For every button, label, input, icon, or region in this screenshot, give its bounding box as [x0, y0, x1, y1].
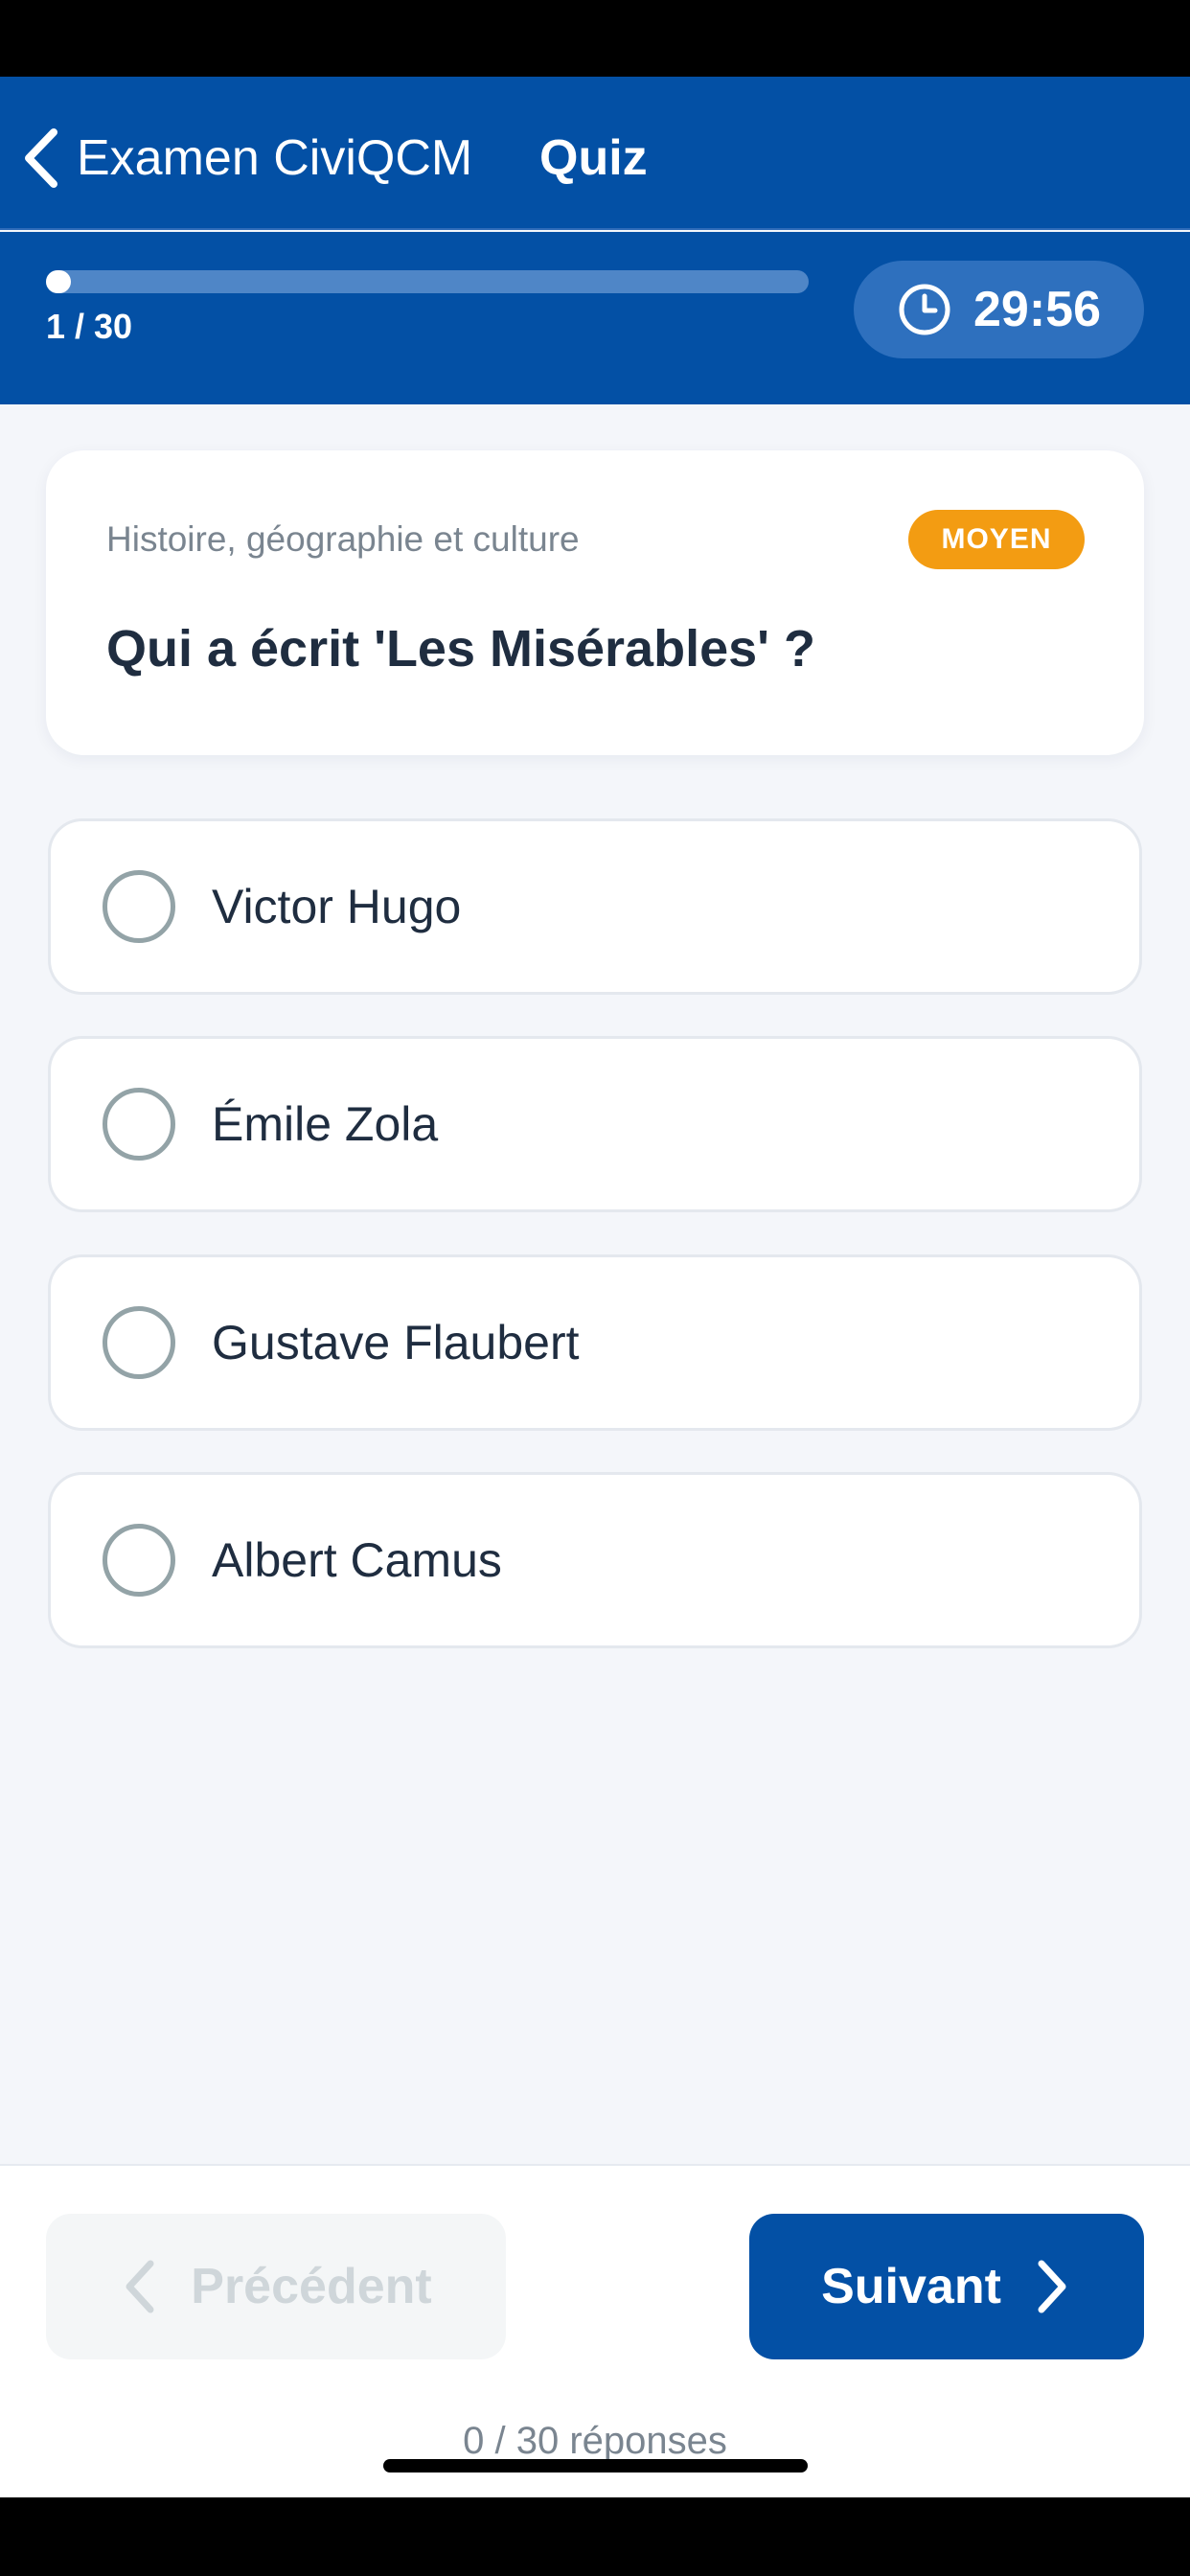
- question-category: Histoire, géographie et culture: [106, 519, 580, 559]
- quiz-app: Examen CiviQCM Quiz 1 / 30 29:56 Histoir…: [0, 77, 1190, 2497]
- answers-count: 0 / 30 réponses: [463, 2420, 727, 2462]
- answer-label: Gustave Flaubert: [212, 1316, 580, 1369]
- back-button[interactable]: Examen CiviQCM: [19, 125, 472, 192]
- bottom-navigation: Précédent Suivant 0 / 30 réponses: [0, 2164, 1190, 2497]
- radio-button[interactable]: [103, 1524, 175, 1597]
- clock-icon: [899, 284, 950, 335]
- bottom-safe-area: [0, 2497, 1190, 2576]
- progress-label: 1 / 30: [46, 307, 133, 346]
- answer-label: Victor Hugo: [212, 880, 462, 933]
- answer-option[interactable]: Albert Camus: [48, 1472, 1142, 1648]
- phone-screen: Examen CiviQCM Quiz 1 / 30 29:56 Histoir…: [0, 0, 1190, 2576]
- difficulty-badge: MOYEN: [908, 510, 1085, 569]
- answer-option[interactable]: Victor Hugo: [48, 818, 1142, 995]
- radio-button[interactable]: [103, 870, 175, 943]
- chevron-right-icon: [1038, 2260, 1066, 2313]
- timer-value: 29:56: [973, 282, 1101, 337]
- answer-option[interactable]: Gustave Flaubert: [48, 1254, 1142, 1431]
- next-button[interactable]: Suivant: [749, 2214, 1144, 2359]
- back-label: Examen CiviQCM: [77, 130, 473, 186]
- radio-button[interactable]: [103, 1306, 175, 1379]
- previous-button[interactable]: Précédent: [46, 2214, 506, 2359]
- question-text: Qui a écrit 'Les Misérables' ?: [106, 620, 815, 678]
- chevron-left-icon: [126, 2260, 154, 2313]
- answer-label: Émile Zola: [212, 1097, 439, 1151]
- home-indicator: [383, 2459, 808, 2472]
- previous-label: Précédent: [191, 2259, 432, 2314]
- question-card: Histoire, géographie et culture MOYEN Qu…: [46, 450, 1144, 755]
- progress-bar-fill: [46, 270, 72, 293]
- nav-header: Examen CiviQCM Quiz: [0, 77, 1190, 230]
- radio-button[interactable]: [103, 1088, 175, 1161]
- timer-badge: 29:56: [854, 261, 1144, 358]
- status-bar: [0, 0, 1190, 77]
- next-label: Suivant: [821, 2259, 1001, 2314]
- chevron-left-icon: [25, 128, 57, 188]
- answer-option[interactable]: Émile Zola: [48, 1036, 1142, 1212]
- progress-section: 1 / 30 29:56: [0, 232, 1190, 404]
- page-title: Quiz: [539, 130, 648, 186]
- progress-bar: [46, 270, 809, 293]
- answer-label: Albert Camus: [212, 1533, 502, 1587]
